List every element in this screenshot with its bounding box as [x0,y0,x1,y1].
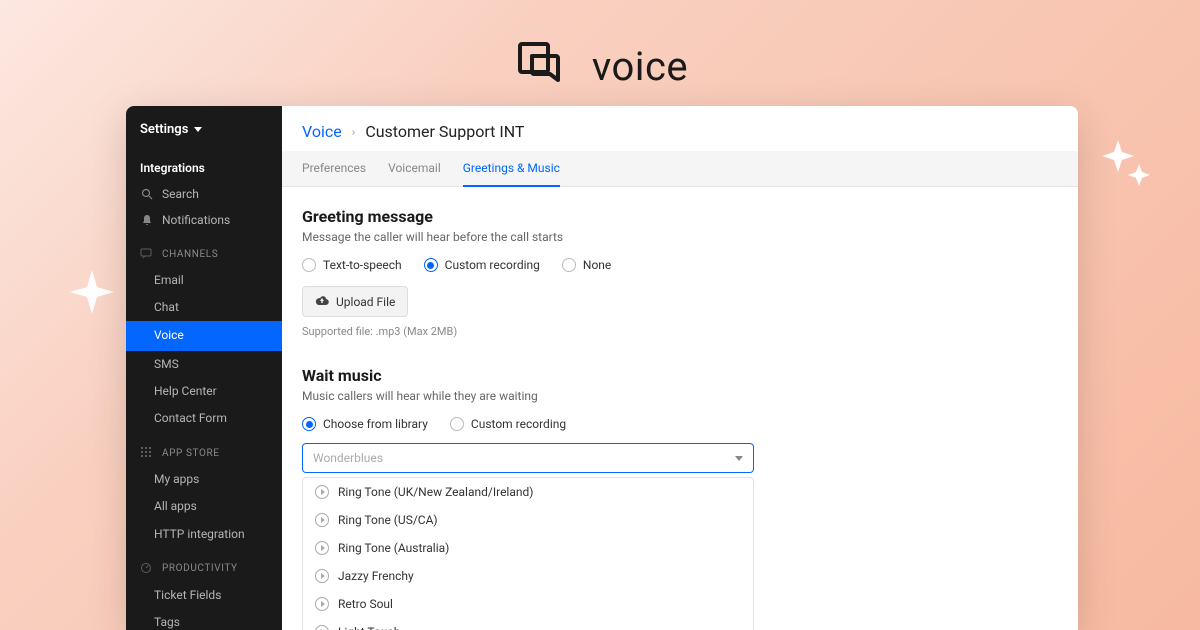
wait-radio-group: Choose from library Custom recording [302,417,1058,431]
sidebar-group-appstore: App Store [126,432,282,466]
sidebar-item-email[interactable]: Email [126,267,282,294]
sidebar-group-label: App Store [162,448,220,459]
play-icon[interactable] [315,569,329,583]
sparkle-decor [68,268,116,316]
sidebar-item-label: Search [162,187,199,201]
play-icon[interactable] [315,597,329,611]
wait-title: Wait music [302,366,1058,385]
option-ring-uk[interactable]: Ring Tone (UK/New Zealand/Ireland) [303,478,753,506]
radio-wait-custom-recording[interactable]: Custom recording [450,417,566,431]
sidebar: Settings Integrations Search Notificatio… [126,106,282,630]
sidebar-item-chat[interactable]: Chat [126,294,282,321]
sparkle-decor [1096,128,1152,200]
logo-icon [512,36,568,96]
radio-none[interactable]: None [562,258,611,272]
chevron-right-icon: › [352,125,356,139]
option-label: Ring Tone (US/CA) [338,513,438,527]
option-label: Light Touch [338,625,400,630]
sidebar-item-myapps[interactable]: My apps [126,466,282,493]
library-options: Ring Tone (UK/New Zealand/Ireland) Ring … [302,477,754,630]
cloud-upload-icon [315,294,329,309]
radio-icon [450,417,464,431]
sidebar-item-httpintegration[interactable]: HTTP integration [126,521,282,548]
sidebar-section-integrations: Integrations [126,155,282,181]
sidebar-item-label: Notifications [162,213,230,227]
upload-button-label: Upload File [336,295,395,309]
option-label: Ring Tone (UK/New Zealand/Ireland) [338,485,533,499]
tab-preferences[interactable]: Preferences [302,151,366,186]
main-pane: Voice › Customer Support INT Preferences… [282,106,1078,630]
logo-row: voice [0,36,1200,96]
radio-choose-from-library[interactable]: Choose from library [302,417,428,431]
wait-subtitle: Music callers will hear while they are w… [302,389,1058,403]
radio-custom-recording[interactable]: Custom recording [424,258,540,272]
play-icon[interactable] [315,625,329,630]
sidebar-item-helpcenter[interactable]: Help Center [126,378,282,405]
chat-icon [140,247,154,261]
radio-label: Custom recording [445,258,540,272]
play-icon[interactable] [315,485,329,499]
content-area: Greeting message Message the caller will… [282,187,1078,630]
tab-bar: Preferences Voicemail Greetings & Music [282,151,1078,187]
sidebar-item-voice[interactable]: Voice [126,321,282,350]
option-jazzy[interactable]: Jazzy Frenchy [303,562,753,590]
sidebar-group-label: Channels [162,249,218,260]
breadcrumb-root[interactable]: Voice [302,122,342,141]
settings-dropdown[interactable]: Settings [126,106,282,155]
search-icon [140,187,154,201]
sidebar-item-contactform[interactable]: Contact Form [126,405,282,432]
radio-icon [562,258,576,272]
sidebar-group-label: Productivity [162,563,238,574]
library-select[interactable]: Wonderblues [302,443,754,473]
sidebar-group-productivity: Productivity [126,548,282,582]
greeting-title: Greeting message [302,207,1058,226]
sidebar-group-channels: Channels [126,233,282,267]
sidebar-item-ticketfields[interactable]: Ticket Fields [126,582,282,609]
option-retro[interactable]: Retro Soul [303,590,753,618]
option-light[interactable]: Light Touch [303,618,753,630]
gauge-icon [140,562,154,576]
option-label: Retro Soul [338,597,393,611]
select-placeholder: Wonderblues [313,451,383,465]
radio-label: Custom recording [471,417,566,431]
logo-text: voice [592,43,688,90]
radio-label: Choose from library [323,417,428,431]
breadcrumb-current: Customer Support INT [365,122,524,141]
sidebar-item-search[interactable]: Search [126,181,282,207]
radio-icon [302,258,316,272]
breadcrumb: Voice › Customer Support INT [282,106,1078,151]
greeting-radio-group: Text-to-speech Custom recording None [302,258,1058,272]
tab-greetings-music[interactable]: Greetings & Music [463,151,560,187]
caret-down-icon [735,451,743,465]
option-ring-us[interactable]: Ring Tone (US/CA) [303,506,753,534]
play-icon[interactable] [315,513,329,527]
option-label: Jazzy Frenchy [338,569,414,583]
sidebar-item-notifications[interactable]: Notifications [126,207,282,233]
radio-icon [302,417,316,431]
bell-icon [140,213,154,227]
greeting-subtitle: Message the caller will hear before the … [302,230,1058,244]
grid-icon [140,446,154,460]
file-hint: Supported file: .mp3 (Max 2MB) [302,325,1058,338]
option-label: Ring Tone (Australia) [338,541,449,555]
app-window: Settings Integrations Search Notificatio… [126,106,1078,630]
play-icon[interactable] [315,541,329,555]
settings-label: Settings [140,122,188,137]
upload-file-button[interactable]: Upload File [302,286,408,317]
radio-label: Text-to-speech [323,258,402,272]
radio-label: None [583,258,611,272]
radio-text-to-speech[interactable]: Text-to-speech [302,258,402,272]
sidebar-item-sms[interactable]: SMS [126,351,282,378]
caret-down-icon [194,122,202,137]
radio-icon [424,258,438,272]
sidebar-item-tags[interactable]: Tags [126,609,282,630]
option-ring-au[interactable]: Ring Tone (Australia) [303,534,753,562]
sidebar-item-allapps[interactable]: All apps [126,493,282,520]
tab-voicemail[interactable]: Voicemail [388,151,441,186]
